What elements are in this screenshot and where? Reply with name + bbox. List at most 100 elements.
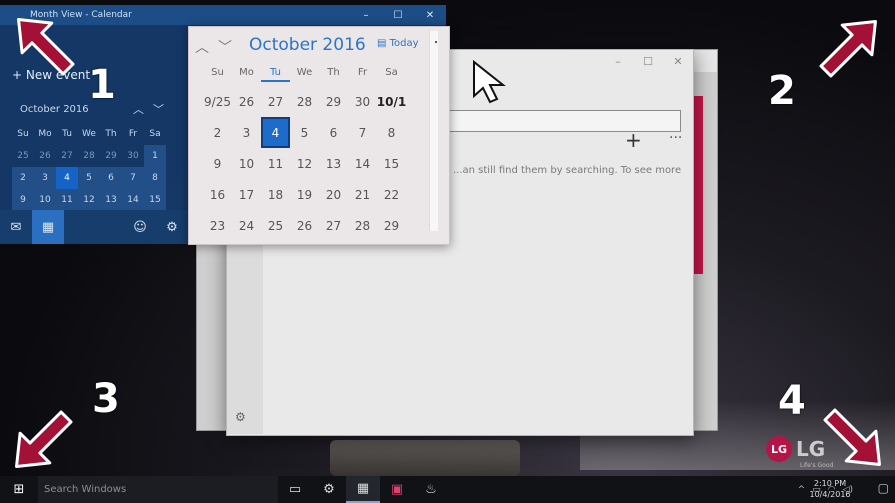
mini-day-cell[interactable]: 2 [12, 167, 34, 189]
taskbar-search-box[interactable]: Search Windows [38, 476, 278, 503]
day-cell[interactable]: 12 [290, 148, 319, 179]
day-cell[interactable]: 28 [348, 210, 377, 241]
mini-day-cell[interactable]: 1 [144, 145, 166, 167]
day-cell[interactable]: 18 [261, 179, 290, 210]
day-cell[interactable]: 6 [319, 117, 348, 148]
minimize-icon[interactable]: – [603, 55, 633, 68]
day-cell[interactable]: 24 [232, 210, 261, 241]
flyout-more-dot [435, 41, 437, 43]
today-button[interactable]: ▤ Today [377, 38, 419, 49]
day-cell[interactable]: 8 [377, 117, 406, 148]
mini-day-cell[interactable]: 14 [122, 189, 144, 211]
people-app-icon[interactable]: ▣ [380, 476, 414, 503]
chevron-up-icon[interactable]: ︿ [133, 103, 153, 116]
background-window-accent-bar [693, 96, 703, 274]
mini-day-cell[interactable]: 27 [56, 145, 78, 167]
day-cell[interactable]: 2 [203, 117, 232, 148]
mini-day-cell[interactable]: 3 [34, 167, 56, 189]
flyout-day-grid[interactable]: 9/25 26 27 28 29 30 10/1 2 3 4 5 6 7 8 9 10 11 12 13 14 15 16… [203, 86, 406, 241]
maximize-icon[interactable]: ☐ [633, 55, 663, 68]
day-cell[interactable]: 10/1 [377, 86, 406, 117]
settings-gear-icon[interactable]: ⚙ [156, 210, 188, 244]
weekday-label: We [296, 67, 313, 78]
maximize-icon[interactable]: ☐ [382, 10, 414, 21]
add-icon[interactable]: + [625, 128, 642, 152]
flyout-nav[interactable]: ︿﹀ [195, 37, 241, 57]
day-cell[interactable]: 7 [348, 117, 377, 148]
search-box[interactable] [447, 110, 681, 132]
day-cell[interactable]: 13 [319, 148, 348, 179]
settings-gear-icon[interactable]: ⚙ [235, 410, 246, 424]
mini-day-cell[interactable]: 6 [100, 167, 122, 189]
mini-day-cell[interactable]: 12 [78, 189, 100, 211]
close-icon[interactable]: ✕ [663, 55, 693, 68]
day-cell[interactable]: 20 [319, 179, 348, 210]
day-cell[interactable]: 30 [348, 86, 377, 117]
day-cell[interactable]: 26 [290, 210, 319, 241]
mail-icon[interactable]: ✉ [0, 210, 32, 244]
day-cell[interactable]: 9 [203, 148, 232, 179]
chevron-up-icon[interactable]: ︿ [195, 40, 218, 56]
mini-day-cell[interactable]: 7 [122, 167, 144, 189]
mini-weekday-label: Tu [62, 129, 72, 139]
close-icon[interactable]: ✕ [414, 10, 446, 21]
mini-day-cell[interactable]: 10 [34, 189, 56, 211]
mini-day-cell[interactable]: 28 [78, 145, 100, 167]
day-cell[interactable]: 21 [348, 179, 377, 210]
feedback-smiley-icon[interactable]: ☺ [124, 210, 156, 244]
day-cell[interactable]: 10 [232, 148, 261, 179]
day-cell[interactable]: 23 [203, 210, 232, 241]
mini-day-cell[interactable]: 30 [122, 145, 144, 167]
mini-weekday-label: Mo [38, 129, 52, 139]
calendar-icon[interactable]: ▦ [32, 210, 64, 244]
taskbar-clock[interactable]: 2:10 PM 10/4/2016 [801, 478, 859, 500]
chevron-down-icon[interactable]: ﹀ [218, 40, 241, 56]
day-cell[interactable]: 17 [232, 179, 261, 210]
minimize-icon[interactable]: – [350, 10, 382, 21]
date-picker-flyout[interactable]: ︿﹀ October 2016 ▤ Today Su Mo Tu We Th Fr Sa 9… [188, 26, 450, 245]
start-windows-icon[interactable]: ⊞ [0, 476, 38, 503]
calendar-app-icon[interactable]: ▦ [346, 476, 380, 503]
action-center-icon[interactable]: ▢ [878, 481, 889, 495]
day-cell[interactable]: 29 [377, 210, 406, 241]
mini-day-cell[interactable]: 11 [56, 189, 78, 211]
chevron-down-icon[interactable]: ﹀ [153, 103, 173, 116]
more-options-icon[interactable]: ··· [669, 130, 682, 146]
tips-lightbulb-icon[interactable]: ♨ [414, 476, 448, 503]
mini-day-cell[interactable]: 25 [12, 145, 34, 167]
day-cell[interactable]: 14 [348, 148, 377, 179]
day-cell[interactable]: 25 [261, 210, 290, 241]
weekday-label: Th [327, 67, 340, 78]
mini-day-cell[interactable]: 9 [12, 189, 34, 211]
flyout-scrollbar[interactable] [429, 31, 438, 231]
mini-day-cell[interactable]: 4 [56, 167, 78, 189]
day-cell[interactable]: 27 [319, 210, 348, 241]
task-view-icon[interactable]: ▭ [278, 476, 312, 503]
weekday-label: Tu [261, 67, 290, 82]
day-cell[interactable]: 4 [261, 117, 290, 148]
mini-calendar-nav[interactable]: ︿﹀ [133, 101, 173, 117]
mini-day-cell[interactable]: 8 [144, 167, 166, 189]
day-cell[interactable]: 5 [290, 117, 319, 148]
mini-calendar-grid[interactable]: Su Mo Tu We Th Fr Sa 25 26 27 28 29 30 1 2 3 4 5 6 7 8 9 10 11 1… [12, 123, 166, 211]
flyout-month-label[interactable]: October 2016 [249, 35, 366, 55]
mini-day-cell[interactable]: 29 [100, 145, 122, 167]
day-cell[interactable]: 19 [290, 179, 319, 210]
settings-gear-icon[interactable]: ⚙ [312, 476, 346, 503]
day-cell[interactable]: 11 [261, 148, 290, 179]
day-cell[interactable]: 16 [203, 179, 232, 210]
day-cell[interactable]: 3 [232, 117, 261, 148]
day-cell[interactable]: 15 [377, 148, 406, 179]
annotation-number-3: 3 [92, 376, 120, 422]
mini-day-cell[interactable]: 15 [144, 189, 166, 211]
day-cell[interactable]: 9/25 [203, 86, 232, 117]
day-cell[interactable]: 28 [290, 86, 319, 117]
mini-day-cell[interactable]: 13 [100, 189, 122, 211]
day-cell[interactable]: 27 [261, 86, 290, 117]
mini-day-cell[interactable]: 26 [34, 145, 56, 167]
mini-day-cell[interactable]: 5 [78, 167, 100, 189]
day-cell[interactable]: 26 [232, 86, 261, 117]
day-cell[interactable]: 22 [377, 179, 406, 210]
annotation-number-1: 1 [88, 62, 116, 108]
day-cell[interactable]: 29 [319, 86, 348, 117]
